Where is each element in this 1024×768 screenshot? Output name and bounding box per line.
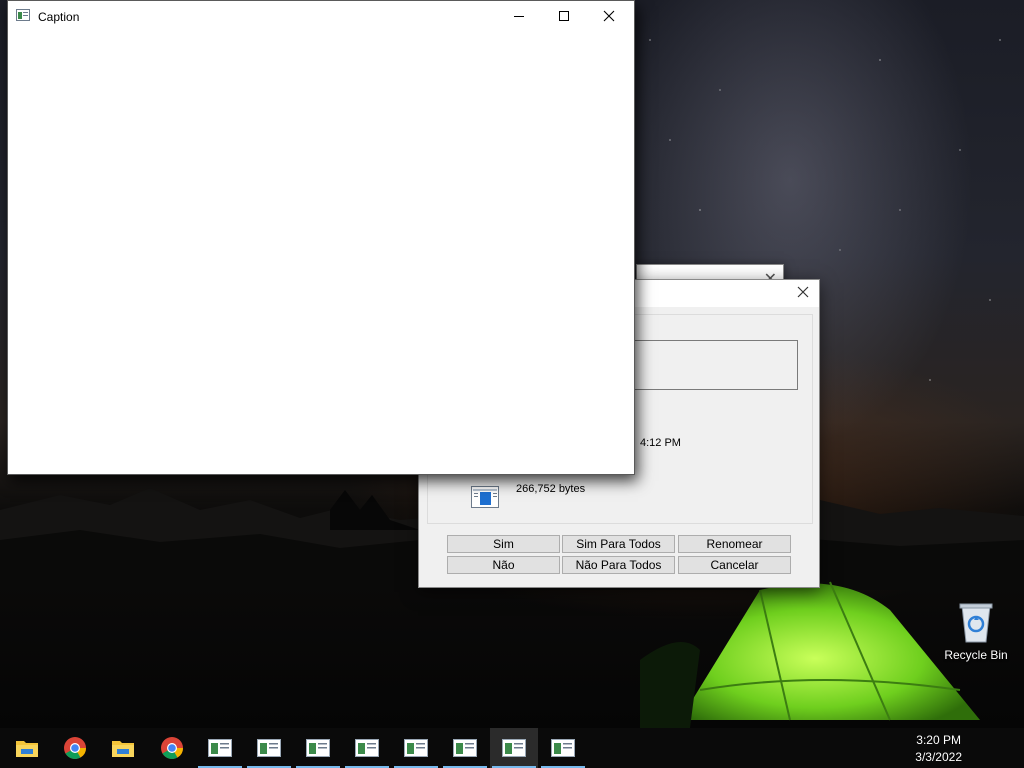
maximize-button[interactable] xyxy=(541,1,586,31)
recycle-bin-shortcut[interactable]: Recycle Bin xyxy=(940,600,1012,662)
clock-time: 3:20 PM xyxy=(916,733,961,747)
app-window-icon xyxy=(404,739,428,757)
taskbar-app-window-2[interactable] xyxy=(245,728,293,768)
close-button[interactable] xyxy=(586,1,631,31)
taskbar-file-explorer[interactable] xyxy=(3,728,51,768)
taskbar: 3:20 PM 3/3/2022 xyxy=(0,728,1024,768)
taskbar-app-window-8[interactable] xyxy=(539,728,587,768)
close-icon xyxy=(603,10,614,22)
yes-button[interactable]: Sim xyxy=(447,535,560,553)
file-size: 266,752 bytes xyxy=(516,483,586,495)
app-window-icon xyxy=(257,739,281,757)
app-window-icon xyxy=(208,739,232,757)
taskbar-app-window-1[interactable] xyxy=(196,728,244,768)
app-window-icon xyxy=(551,739,575,757)
main-window: Caption xyxy=(7,0,635,475)
taskbar-app-window-3[interactable] xyxy=(294,728,342,768)
taskbar-file-explorer-2[interactable] xyxy=(99,728,147,768)
taskbar-clock[interactable]: 3:20 PM 3/3/2022 xyxy=(915,732,962,766)
window-client-area xyxy=(8,31,634,474)
file-explorer-icon xyxy=(16,741,38,757)
minimize-icon xyxy=(513,16,524,17)
window-titlebar[interactable]: Caption xyxy=(8,1,634,31)
minimize-button[interactable] xyxy=(496,1,541,31)
app-window-icon xyxy=(453,739,477,757)
chrome-icon xyxy=(161,737,183,759)
taskbar-app-window-7-active[interactable] xyxy=(490,728,538,768)
window-title: Caption xyxy=(38,10,80,24)
app-window-icon xyxy=(306,739,330,757)
no-button[interactable]: Não xyxy=(447,556,560,574)
window-app-icon xyxy=(16,9,30,21)
chrome-icon xyxy=(64,737,86,759)
recycle-bin-label: Recycle Bin xyxy=(944,648,1008,662)
taskbar-chrome-2[interactable] xyxy=(148,728,196,768)
taskbar-app-window-5[interactable] xyxy=(392,728,440,768)
close-icon[interactable] xyxy=(795,284,811,300)
cancel-button[interactable]: Cancelar xyxy=(678,556,791,574)
taskbar-app-window-6[interactable] xyxy=(441,728,489,768)
file-icon xyxy=(471,486,499,508)
recycle-bin-icon xyxy=(959,603,993,643)
file-name-box xyxy=(631,340,798,390)
file-modified-date: 4:12 PM xyxy=(640,437,681,449)
maximize-icon xyxy=(558,11,569,21)
taskbar-app-window-4[interactable] xyxy=(343,728,391,768)
taskbar-chrome[interactable] xyxy=(51,728,99,768)
yes-to-all-button[interactable]: Sim Para Todos xyxy=(562,535,675,553)
clock-date: 3/3/2022 xyxy=(915,750,962,764)
no-to-all-button[interactable]: Não Para Todos xyxy=(562,556,675,574)
app-window-icon xyxy=(502,739,526,757)
file-explorer-icon xyxy=(112,741,134,757)
rename-button[interactable]: Renomear xyxy=(678,535,791,553)
app-window-icon xyxy=(355,739,379,757)
